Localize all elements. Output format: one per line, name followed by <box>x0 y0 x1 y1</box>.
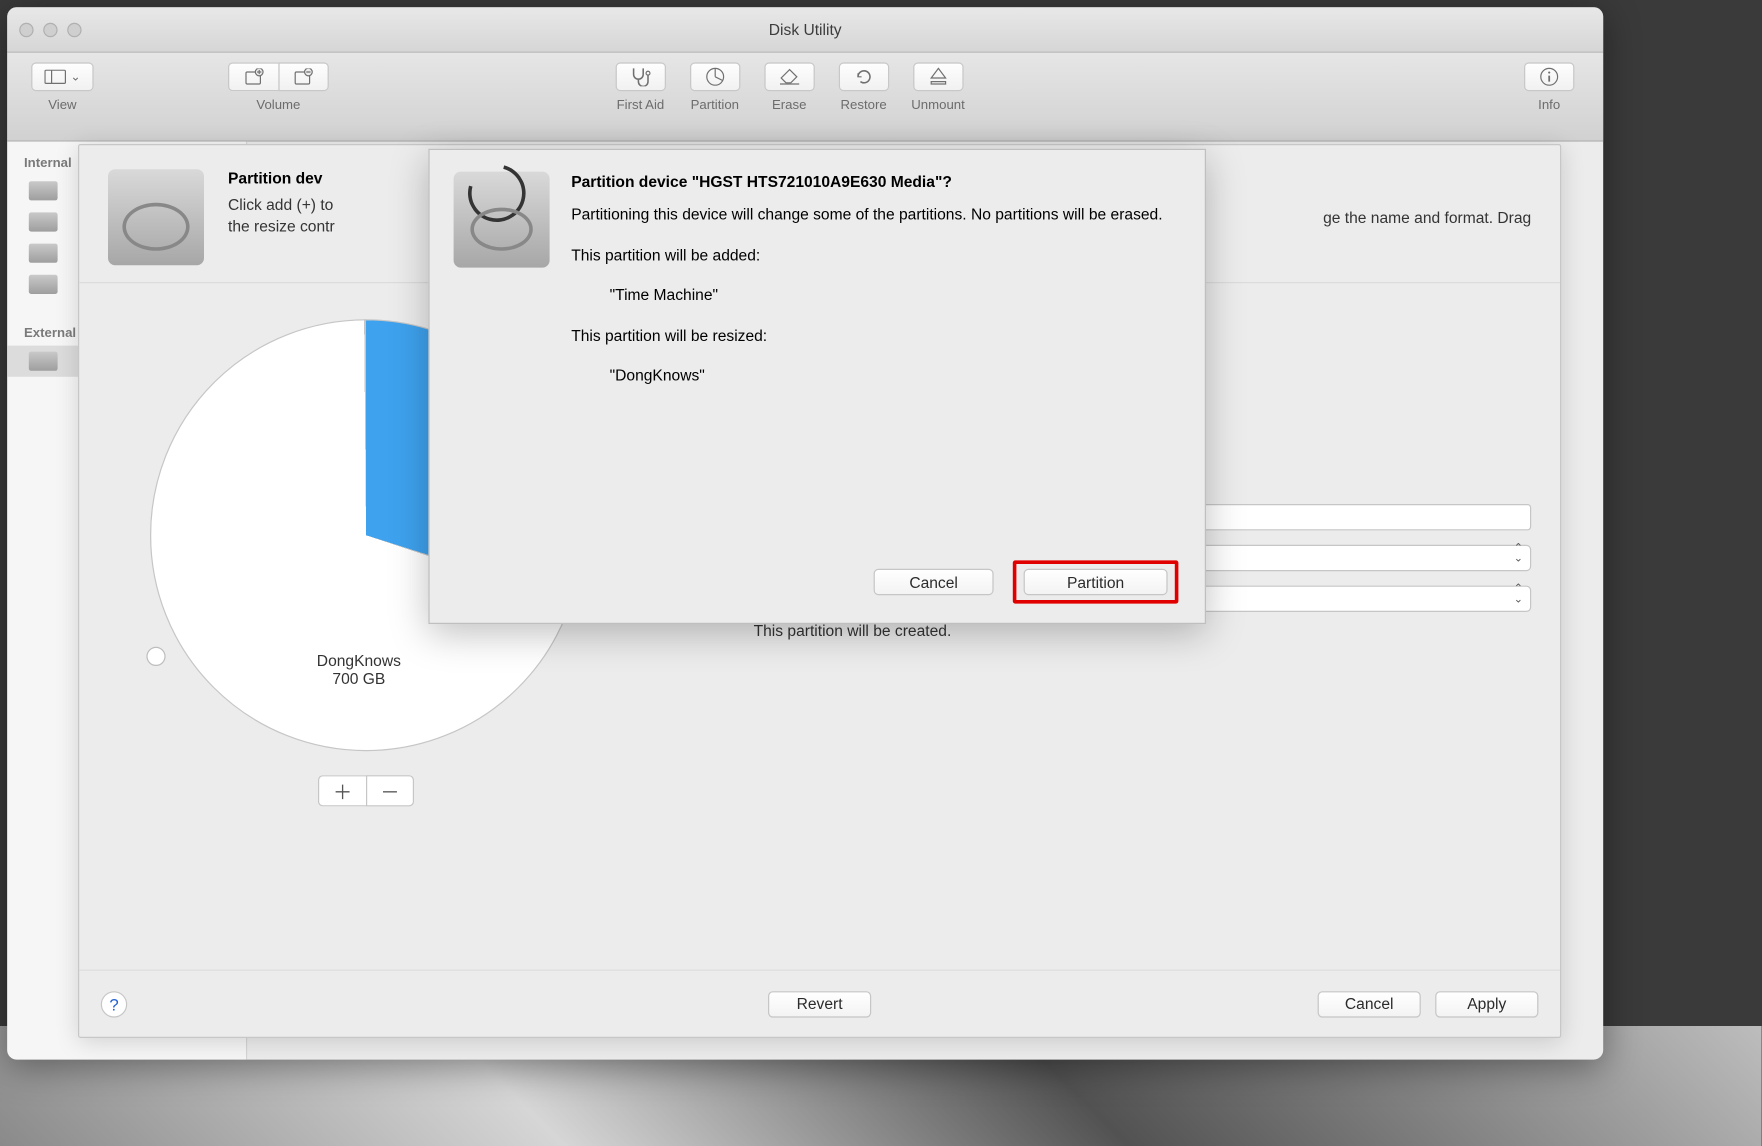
window-title: Disk Utility <box>7 20 1603 38</box>
eject-icon <box>930 67 947 86</box>
remove-partition-button[interactable]: － <box>366 775 414 806</box>
partition-button[interactable] <box>690 62 740 91</box>
slice-name: DongKnows <box>317 652 401 670</box>
titlebar: Disk Utility <box>7 7 1603 53</box>
dialog-added-name: "Time Machine" <box>610 283 1172 306</box>
disk-icon <box>29 212 58 231</box>
toolbar-group-volume: Volume <box>228 62 329 112</box>
volume-add-button[interactable] <box>228 62 278 91</box>
slice-size: 300 GB <box>223 480 320 498</box>
slice-size: 700 GB <box>317 670 401 688</box>
dialog-body-text: Partitioning this device will change som… <box>571 203 1171 226</box>
dialog-added-label: This partition will be added: <box>571 243 1171 266</box>
volume-remove-button[interactable] <box>278 62 328 91</box>
confirm-partition-dialog: Partition device "HGST HTS721010A9E630 M… <box>428 149 1206 624</box>
dialog-partition-button[interactable]: Partition <box>1024 569 1168 595</box>
toolbar: ⌄ View Volume <box>7 53 1603 142</box>
info-label: Info <box>1538 98 1560 112</box>
dialog-resized-label: This partition will be resized: <box>571 324 1171 347</box>
pie-slice-label: Time Machine 300 GB <box>223 462 320 498</box>
chevron-down-icon: ⌄ <box>71 70 81 83</box>
info-icon <box>1540 67 1559 86</box>
first-aid-button[interactable] <box>615 62 665 91</box>
disk-icon <box>29 352 58 371</box>
erase-button[interactable] <box>764 62 814 91</box>
disk-icon <box>29 181 58 200</box>
pie-icon <box>705 67 724 86</box>
dialog-cancel-button[interactable]: Cancel <box>874 569 994 595</box>
sheet-footer: ? Revert Cancel Apply <box>79 970 1560 1037</box>
partition-hint: This partition will be created. <box>754 622 1532 640</box>
restore-icon <box>854 67 873 86</box>
pie-resize-handle[interactable] <box>146 647 165 666</box>
sheet-title: Partition dev <box>228 169 335 187</box>
dialog-resized-name: "DongKnows" <box>610 364 1172 387</box>
highlight-annotation: Partition <box>1013 560 1179 603</box>
eraser-icon <box>778 68 800 85</box>
volume-label: Volume <box>256 98 300 112</box>
disk-icon <box>29 244 58 263</box>
volume-add-icon <box>244 68 263 85</box>
unmount-button[interactable] <box>913 62 963 91</box>
unmount-label: Unmount <box>911 98 965 112</box>
cancel-button[interactable]: Cancel <box>1318 991 1421 1017</box>
view-button[interactable]: ⌄ <box>31 62 93 91</box>
pie-slice-label: DongKnows 700 GB <box>317 652 401 688</box>
restore-label: Restore <box>841 98 887 112</box>
sheet-description: Click add (+) to the resize contr <box>228 194 335 238</box>
toolbar-group-view: ⌄ View <box>29 62 96 112</box>
restore-button[interactable] <box>838 62 888 91</box>
volume-remove-icon <box>294 68 313 85</box>
info-button[interactable] <box>1524 62 1574 91</box>
disk-icon <box>29 275 58 294</box>
view-label: View <box>48 98 76 112</box>
sheet-desc-suffix: ge the name and format. Drag <box>1323 208 1531 226</box>
first-aid-label: First Aid <box>617 98 665 112</box>
revert-button[interactable]: Revert <box>768 991 871 1017</box>
slice-name: Time Machine <box>223 462 320 480</box>
add-remove-partition-buttons: ＋ － <box>318 775 414 806</box>
sheet-desc-text: the resize contr <box>228 217 335 235</box>
dialog-heading: Partition device "HGST HTS721010A9E630 M… <box>571 172 1171 194</box>
erase-label: Erase <box>772 98 807 112</box>
add-partition-button[interactable]: ＋ <box>318 775 366 806</box>
partition-label: Partition <box>691 98 739 112</box>
help-button[interactable]: ? <box>101 991 127 1017</box>
hard-drive-icon <box>108 169 204 265</box>
sheet-desc-text: Click add (+) to <box>228 196 333 214</box>
apply-button[interactable]: Apply <box>1435 991 1538 1017</box>
disk-utility-app-icon <box>454 172 550 268</box>
sidebar-layout-icon <box>44 70 66 84</box>
stethoscope-icon <box>630 67 652 86</box>
